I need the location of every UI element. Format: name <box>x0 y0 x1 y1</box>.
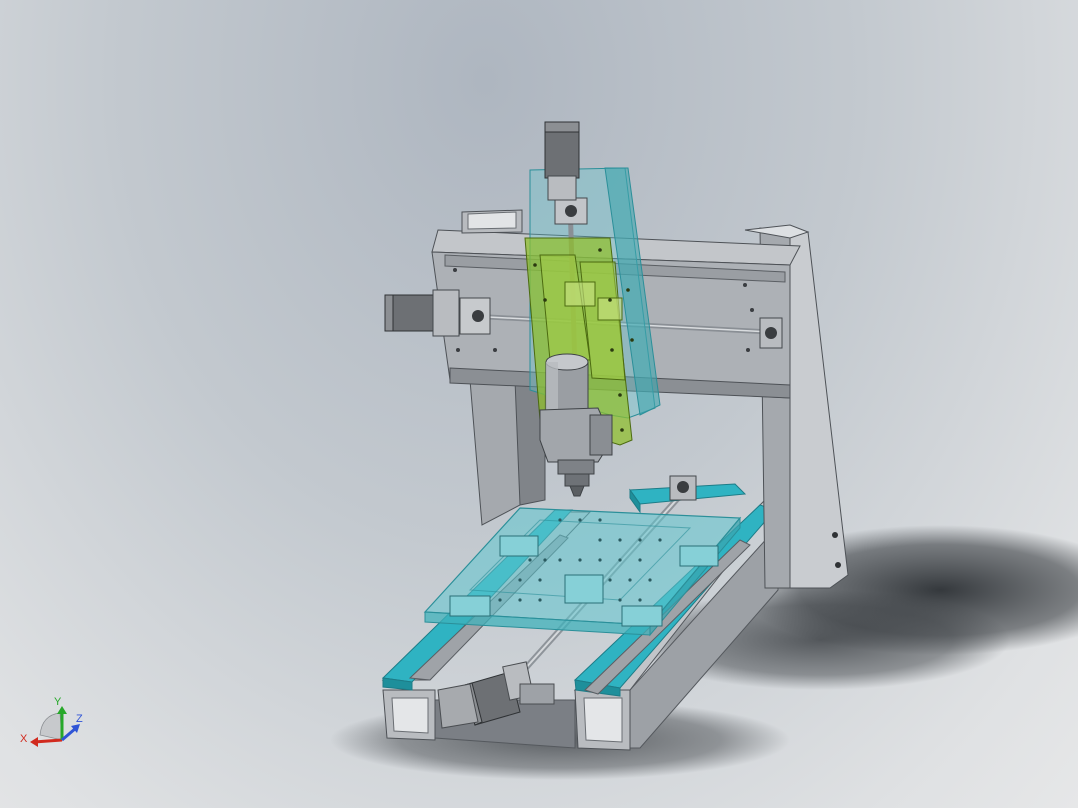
gantry-left-upright[interactable] <box>469 379 546 526</box>
model-canvas[interactable]: X Y Z <box>0 0 1078 808</box>
x-screw-end-support[interactable] <box>629 475 747 514</box>
x-axis-arrow <box>33 738 63 744</box>
z-axis-arrow <box>61 726 77 742</box>
triad-y-label: Y <box>54 696 62 708</box>
triad-x-label: X <box>20 733 28 745</box>
spindle-collet[interactable] <box>557 459 595 497</box>
spindle-clamp[interactable] <box>539 407 613 463</box>
triad-z-label: Z <box>76 713 83 725</box>
coordinate-triad: X Y Z <box>20 696 83 747</box>
graphics-viewport[interactable]: X Y Z <box>0 0 1078 808</box>
z-stepper-motor[interactable] <box>544 121 580 201</box>
